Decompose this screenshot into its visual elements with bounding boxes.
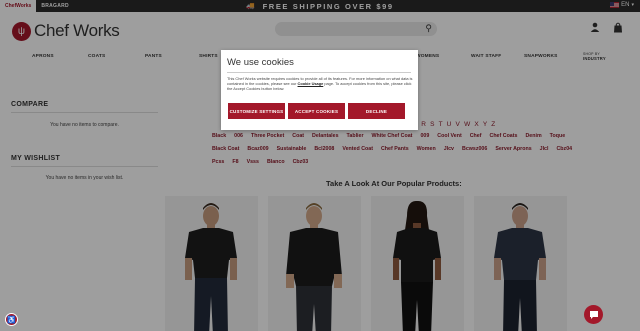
cookie-modal-divider xyxy=(227,72,411,73)
cookie-modal-title: We use cookies xyxy=(227,57,294,68)
accessibility-icon[interactable]: ♿ xyxy=(5,313,18,326)
customize-settings-button[interactable]: CUSTOMIZE SETTINGS xyxy=(228,103,285,119)
cookie-consent-modal: We use cookies This Chef Works website r… xyxy=(221,50,418,130)
cookie-usage-link[interactable]: Cookie Usage xyxy=(298,81,324,86)
accept-cookies-button[interactable]: ACCEPT COOKIES xyxy=(288,103,345,119)
decline-button[interactable]: DECLINE xyxy=(348,103,405,119)
chat-icon[interactable] xyxy=(584,305,603,324)
cookie-modal-text: This Chef Works website requires cookies… xyxy=(227,76,413,92)
